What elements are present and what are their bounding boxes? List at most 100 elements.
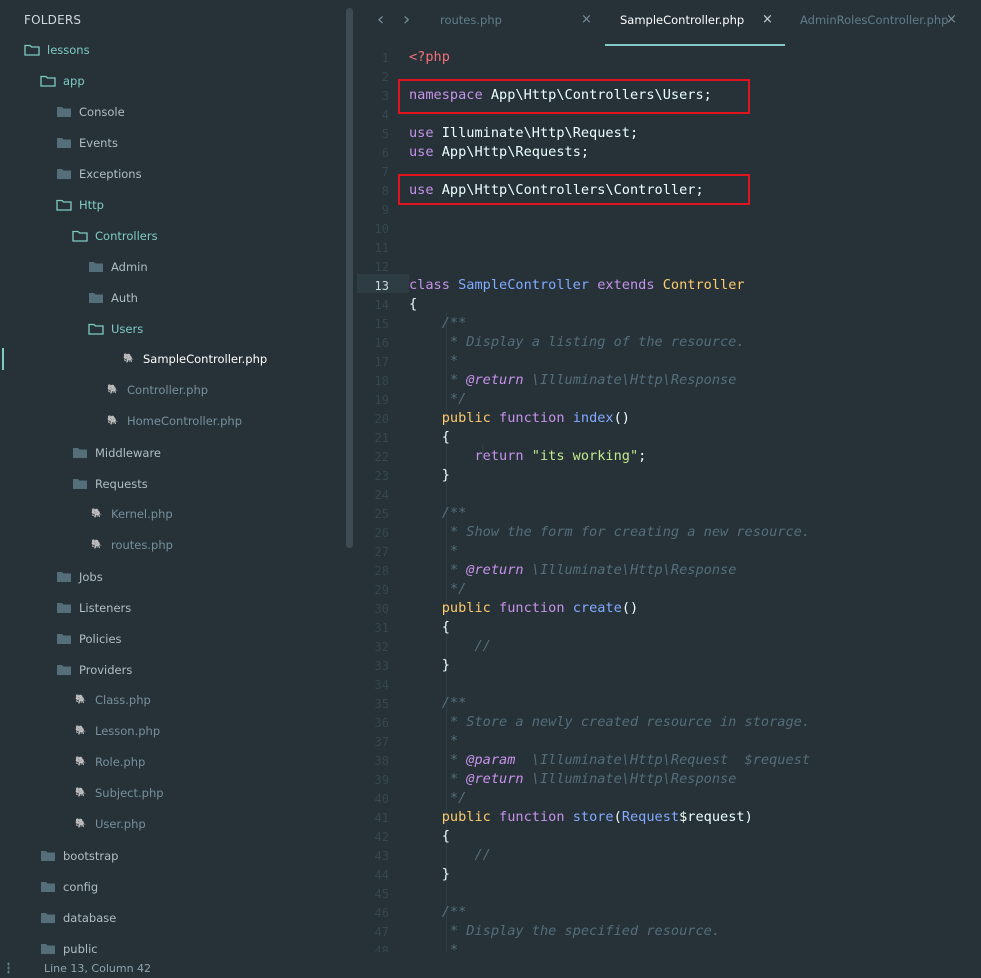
file-item-controller-php[interactable]: 🐘 Controller.php <box>106 378 208 402</box>
folders-header: FOLDERS <box>24 13 82 27</box>
tree-item-label: Class.php <box>95 693 151 707</box>
file-item-samplecontroller-php[interactable]: 🐘 SampleController.php <box>122 347 267 371</box>
code-line: return "its working"; <box>409 448 647 464</box>
line-number: 35 <box>374 697 389 711</box>
line-number: 7 <box>381 165 389 179</box>
folder-item-exceptions[interactable]: Exceptions <box>56 162 142 186</box>
panel-toggle-icon[interactable] <box>7 962 10 974</box>
folder-item-config[interactable]: config <box>40 875 98 899</box>
active-file-marker <box>2 348 4 370</box>
tree-item-label: Requests <box>95 477 148 491</box>
folder-item-app[interactable]: app <box>40 69 85 93</box>
code-line: public function create() <box>409 600 639 616</box>
code-line: */ <box>409 391 467 407</box>
code-line: * Display the specified resource. <box>409 923 720 939</box>
line-number: 22 <box>374 450 389 464</box>
folder-item-controllers[interactable]: Controllers <box>72 224 158 248</box>
line-number: 21 <box>374 431 389 445</box>
tree-item-label: User.php <box>95 817 146 831</box>
folder-icon <box>57 634 71 644</box>
code-line: */ <box>409 581 467 597</box>
line-number: 37 <box>374 735 389 749</box>
file-item-subject-php[interactable]: 🐘 Subject.php <box>74 781 163 805</box>
folder-icon <box>89 262 103 272</box>
folder-item-admin[interactable]: Admin <box>88 255 148 279</box>
sidebar-scrollbar[interactable] <box>346 8 353 548</box>
line-number: 33 <box>374 659 389 673</box>
code-line: { <box>409 429 450 445</box>
folder-icon <box>73 448 87 458</box>
line-number: 34 <box>374 678 389 692</box>
tree-item-label: Providers <box>79 663 133 677</box>
folder-item-auth[interactable]: Auth <box>88 286 138 310</box>
code-line: * @return \Illuminate\Http\Response <box>409 562 737 578</box>
highlight-box-use-controller <box>398 174 750 205</box>
folder-icon <box>57 603 71 613</box>
folder-icon <box>57 107 71 117</box>
folder-item-users[interactable]: Users <box>88 317 143 341</box>
code-line: * Store a newly created resource in stor… <box>409 714 811 730</box>
folder-item-events[interactable]: Events <box>56 131 118 155</box>
line-number: 19 <box>374 393 389 407</box>
tree-item-label: Http <box>79 198 104 212</box>
file-item-routes-php[interactable]: 🐘 routes.php <box>90 533 173 557</box>
folder-item-console[interactable]: Console <box>56 100 125 124</box>
folder-item-public[interactable]: public <box>40 937 98 958</box>
tree-item-label: Jobs <box>79 570 103 584</box>
folder-open-icon <box>56 199 72 211</box>
folder-item-lessons[interactable]: lessons <box>24 38 90 62</box>
tab-adminrolescontroller[interactable]: AdminRolesController.php <box>800 0 948 46</box>
line-number: 6 <box>381 146 389 160</box>
close-icon[interactable]: × <box>762 0 773 40</box>
file-item-lesson-php[interactable]: 🐘 Lesson.php <box>74 719 160 743</box>
folder-item-http[interactable]: Http <box>56 193 104 217</box>
file-item-kernel-php[interactable]: 🐘 Kernel.php <box>90 502 172 526</box>
php-file-icon: 🐘 <box>75 695 87 705</box>
chevron-left-icon[interactable]: ‹ <box>377 9 384 30</box>
file-item-role-php[interactable]: 🐘 Role.php <box>74 750 145 774</box>
line-number: 15 <box>374 317 389 331</box>
code-line: /** <box>409 315 467 331</box>
code-line: /** <box>409 695 467 711</box>
code-line: use App\Http\Requests; <box>409 144 590 160</box>
folder-item-bootstrap[interactable]: bootstrap <box>40 844 118 868</box>
line-number: 12 <box>374 260 389 274</box>
folder-item-requests[interactable]: Requests <box>72 472 148 496</box>
code-line: * Show the form for creating a new resou… <box>409 524 811 540</box>
line-number: 24 <box>374 488 389 502</box>
folder-item-database[interactable]: database <box>40 906 116 930</box>
close-icon[interactable]: × <box>581 0 592 40</box>
code-line: * <box>409 942 459 952</box>
folder-item-policies[interactable]: Policies <box>56 627 122 651</box>
tree-item-label: Admin <box>111 260 148 274</box>
tab-bar: ‹ › routes.php × SampleController.php × … <box>357 0 981 46</box>
folder-item-middleware[interactable]: Middleware <box>72 441 161 465</box>
folder-open-icon <box>88 323 104 335</box>
tab-label: routes.php <box>440 13 502 27</box>
close-icon[interactable]: × <box>946 0 957 40</box>
code-editor[interactable]: 1 2 3 4 5 6 7 8 9 10 11 12 13 14 15 16 17 18 19 20 21 22 23 24 2… <box>357 46 981 952</box>
php-file-icon: 🐘 <box>91 540 103 550</box>
cursor-position: Line 13, Column 42 <box>44 962 152 975</box>
code-line: * @return \Illuminate\Http\Response <box>409 372 737 388</box>
line-number: 14 <box>374 298 389 312</box>
tree-item-label: Console <box>79 105 125 119</box>
code-line: /** <box>409 904 467 920</box>
folder-item-providers[interactable]: Providers <box>56 658 132 682</box>
file-item-homecontroller-php[interactable]: 🐘 HomeController.php <box>106 409 242 433</box>
folder-item-listeners[interactable]: Listeners <box>56 596 131 620</box>
file-item-user-php[interactable]: 🐘 User.php <box>74 812 146 836</box>
line-number: 43 <box>374 849 389 863</box>
folder-item-jobs[interactable]: Jobs <box>56 565 103 589</box>
file-item-class-php[interactable]: 🐘 Class.php <box>74 688 151 712</box>
code-line: public function index() <box>409 410 630 426</box>
tree-item-label: Controllers <box>95 229 158 243</box>
tab-routes[interactable]: routes.php <box>440 0 502 46</box>
folder-icon <box>73 479 87 489</box>
line-number: 38 <box>374 754 389 768</box>
tree-item-label: Lesson.php <box>95 724 161 738</box>
code-line: class SampleController extends Controlle… <box>409 277 745 293</box>
code-line: use Illuminate\Http\Request; <box>409 125 639 141</box>
chevron-right-icon[interactable]: › <box>403 9 410 30</box>
tab-samplecontroller[interactable]: SampleController.php <box>620 0 744 46</box>
